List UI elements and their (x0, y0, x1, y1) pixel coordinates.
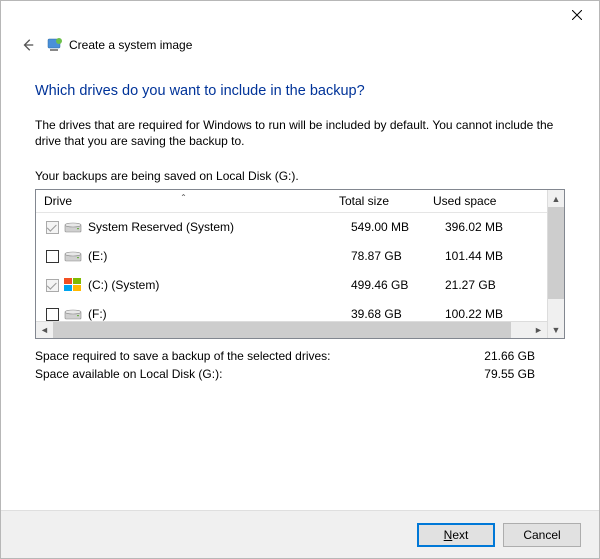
drive-checkbox-wrap (42, 250, 62, 263)
drive-total-size: 499.46 GB (351, 278, 445, 292)
scroll-down-button[interactable]: ▼ (548, 321, 564, 338)
sort-caret-icon: ⌃ (180, 193, 187, 202)
titlebar (1, 1, 599, 31)
column-header-total[interactable]: Total size (331, 194, 425, 208)
drive-checkbox-wrap (42, 308, 62, 321)
drive-row[interactable]: System Reserved (System)549.00 MB396.02 … (36, 213, 547, 242)
hscroll-track[interactable] (53, 322, 530, 339)
horizontal-scrollbar[interactable]: ◄ ► (36, 321, 547, 338)
drive-total-size: 39.68 GB (351, 307, 445, 321)
back-arrow-icon (21, 38, 35, 52)
windows-drive-icon (64, 278, 82, 292)
column-header-drive-label: Drive (44, 194, 72, 208)
next-rest: ext (452, 528, 468, 542)
next-button[interactable]: Next (417, 523, 495, 547)
summary-required-row: Space required to save a backup of the s… (35, 349, 565, 363)
drive-name: System Reserved (System) (88, 220, 351, 234)
scroll-up-button[interactable]: ▲ (548, 190, 564, 207)
page-title: Which drives do you want to include in t… (35, 83, 565, 99)
drive-row[interactable]: (C:) (System)499.46 GB21.27 GB (36, 271, 547, 300)
vertical-scrollbar[interactable]: ▲ ▼ (547, 190, 564, 338)
scroll-right-button[interactable]: ► (530, 322, 547, 339)
summary-available-label: Space available on Local Disk (G:): (35, 367, 222, 381)
drive-used-space: 21.27 GB (445, 278, 547, 292)
summary-required-value: 21.66 GB (484, 349, 565, 363)
drive-total-size: 78.87 GB (351, 249, 445, 263)
column-header-drive[interactable]: Drive ⌃ (36, 194, 331, 208)
drive-name: (F:) (88, 307, 351, 321)
header: Create a system image (1, 31, 599, 59)
save-location-note: Your backups are being saved on Local Di… (35, 169, 565, 183)
summary-available-value: 79.55 GB (484, 367, 565, 381)
hscroll-thumb[interactable] (53, 322, 511, 339)
summary: Space required to save a backup of the s… (35, 349, 565, 381)
drive-checkbox-wrap (42, 279, 62, 292)
drive-row[interactable]: (F:)39.68 GB100.22 MB (36, 300, 547, 321)
vscroll-track[interactable] (548, 207, 564, 321)
summary-available-row: Space available on Local Disk (G:): 79.5… (35, 367, 565, 381)
hdd-icon (64, 220, 82, 234)
drive-used-space: 396.02 MB (445, 220, 547, 234)
drive-checkbox[interactable] (46, 250, 59, 263)
drive-used-space: 100.22 MB (445, 307, 547, 321)
hdd-icon (64, 249, 82, 263)
drive-name: (E:) (88, 249, 351, 263)
drive-used-space: 101.44 MB (445, 249, 547, 263)
scroll-left-button[interactable]: ◄ (36, 322, 53, 339)
column-header-used[interactable]: Used space (425, 194, 547, 208)
app-title: Create a system image (69, 38, 192, 52)
drive-checkbox[interactable] (46, 308, 59, 321)
close-icon (572, 10, 582, 20)
close-button[interactable] (554, 1, 599, 29)
footer: Next Cancel (1, 510, 599, 558)
content-area: Which drives do you want to include in t… (1, 59, 599, 510)
column-headers: Drive ⌃ Total size Used space (36, 190, 547, 213)
drive-checkbox (46, 221, 59, 234)
app-icon (47, 37, 63, 53)
vscroll-thumb[interactable] (548, 207, 564, 298)
drive-list: Drive ⌃ Total size Used space System Res… (35, 189, 565, 339)
summary-required-label: Space required to save a backup of the s… (35, 349, 331, 363)
drive-checkbox (46, 279, 59, 292)
cancel-button[interactable]: Cancel (503, 523, 581, 547)
page-description: The drives that are required for Windows… (35, 117, 565, 149)
drive-name: (C:) (System) (88, 278, 351, 292)
drive-rows: System Reserved (System)549.00 MB396.02 … (36, 213, 547, 321)
drive-total-size: 549.00 MB (351, 220, 445, 234)
hdd-icon (64, 307, 82, 321)
drive-list-main: Drive ⌃ Total size Used space System Res… (36, 190, 547, 338)
window: Create a system image Which drives do yo… (0, 0, 600, 559)
drive-row[interactable]: (E:)78.87 GB101.44 MB (36, 242, 547, 271)
back-button[interactable] (15, 32, 41, 58)
drive-checkbox-wrap (42, 221, 62, 234)
